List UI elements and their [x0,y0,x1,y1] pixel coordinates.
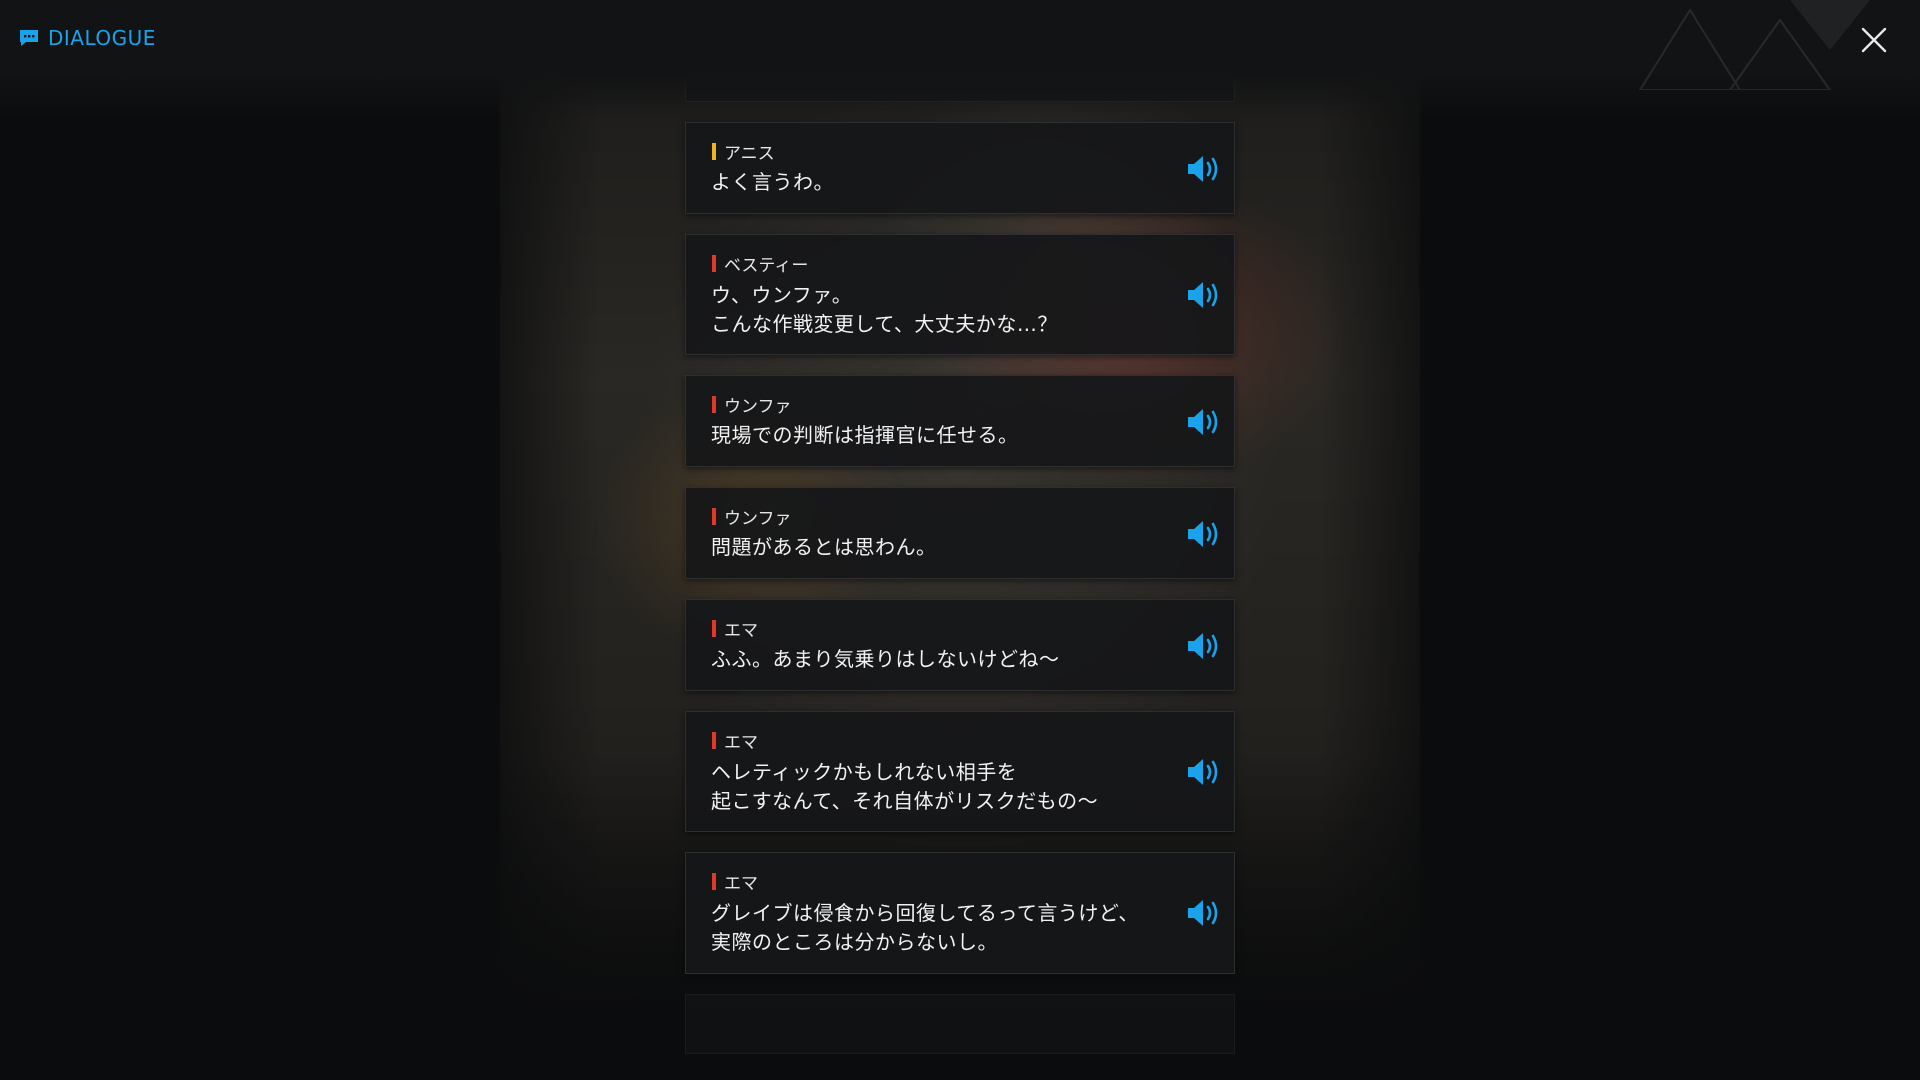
dialogue-text: ふふ。あまり気乗りはしないけどね～ [711,645,1060,674]
voice-play-button[interactable] [1184,897,1224,929]
voice-play-button[interactable] [1184,518,1224,550]
voice-play-button[interactable] [1184,279,1224,311]
speaker-volume-icon [1188,521,1218,547]
close-button[interactable] [1858,24,1890,56]
dialogue-line: 問題があるとは思わん。 [711,535,937,559]
header-title-text: DIALOGUE [48,26,156,50]
dialogue-line: ウ、ウンファ。 [711,283,853,307]
dialogue-line: 起こすなんて、それ自体がリスクだもの～ [711,789,1099,813]
dialogue-card: ウンファ 問題があるとは思わん。 [685,487,1235,579]
speaker-name: ベスティー [724,256,809,276]
dialogue-line: ふふ。あまり気乗りはしないけどね～ [711,647,1060,671]
dialogue-log-list[interactable]: アニス よく言うわ。 ベスティー ウ、ウンファ。 こんな作戦変更して、大丈夫かな… [685,0,1235,1080]
speaker-color-bar [712,396,716,413]
dialogue-text: 現場での判断は指揮官に任せる。 [711,421,1019,450]
speaker-name: ウンファ [724,397,792,417]
voice-play-button[interactable] [1184,153,1224,185]
close-icon [1861,27,1887,53]
speaker-tag: エマ [712,869,758,894]
speaker-tag: ウンファ [712,504,792,529]
speaker-color-bar [712,143,716,160]
chat-bubble-icon [20,30,38,46]
speaker-color-bar [712,255,716,272]
dialogue-card: エマ ヘレティックかもしれない相手を 起こすなんて、それ自体がリスクだもの～ [685,711,1235,832]
speaker-name: アニス [724,144,775,164]
speaker-volume-icon [1188,156,1218,182]
header-bar: DIALOGUE [0,0,1920,120]
dialogue-card: エマ グレイブは侵食から回復してるって言うけど、 実際のところは分からないし。 [685,852,1235,974]
dialogue-line: 実際のところは分からないし。 [711,930,998,954]
dialogue-card: ウンファ 現場での判断は指揮官に任せる。 [685,375,1235,467]
dialogue-line: ヘレティックかもしれない相手を [711,760,1018,784]
speaker-color-bar [712,873,716,890]
dialogue-log-screen: アニス よく言うわ。 ベスティー ウ、ウンファ。 こんな作戦変更して、大丈夫かな… [0,0,1920,1080]
speaker-tag: アニス [712,139,775,164]
dialogue-text: グレイブは侵食から回復してるって言うけど、 実際のところは分からないし。 [711,899,1139,957]
speaker-name: ウンファ [724,509,792,529]
dialogue-text: 問題があるとは思わん。 [711,533,937,562]
header-decoration [1638,0,1870,90]
speaker-color-bar [712,508,716,525]
speaker-volume-icon [1188,282,1218,308]
dialogue-text: ヘレティックかもしれない相手を 起こすなんて、それ自体がリスクだもの～ [711,758,1098,816]
dialogue-text: よく言うわ。 [711,168,834,197]
voice-play-button[interactable] [1184,630,1224,662]
dialogue-card-cut-bottom [685,994,1235,1054]
dialogue-card: アニス よく言うわ。 [685,122,1235,214]
speaker-color-bar [712,620,716,637]
voice-play-button[interactable] [1184,756,1224,788]
speaker-tag: エマ [712,616,758,641]
speaker-tag: ウンファ [712,392,792,417]
dialogue-card: エマ ふふ。あまり気乗りはしないけどね～ [685,599,1235,691]
speaker-name: エマ [724,733,758,753]
speaker-tag: エマ [712,728,758,753]
dialogue-card: ベスティー ウ、ウンファ。 こんな作戦変更して、大丈夫かな…？ [685,234,1235,355]
header-title: DIALOGUE [18,26,156,50]
speaker-volume-icon [1188,759,1218,785]
voice-play-button[interactable] [1184,406,1224,438]
speaker-name: エマ [724,621,758,641]
dialogue-text: ウ、ウンファ。 こんな作戦変更して、大丈夫かな…？ [711,281,1058,339]
dialogue-line: グレイブは侵食から回復してるって言うけど、 [711,901,1139,925]
dialogue-line: よく言うわ。 [711,170,834,194]
speaker-name: エマ [724,874,758,894]
speaker-tag: ベスティー [712,251,808,276]
speaker-color-bar [712,732,716,749]
speaker-volume-icon [1188,409,1218,435]
dialogue-line: こんな作戦変更して、大丈夫かな…？ [711,312,1058,336]
dialogue-line: 現場での判断は指揮官に任せる。 [711,423,1019,447]
speaker-volume-icon [1188,633,1218,659]
speaker-volume-icon [1188,900,1218,926]
